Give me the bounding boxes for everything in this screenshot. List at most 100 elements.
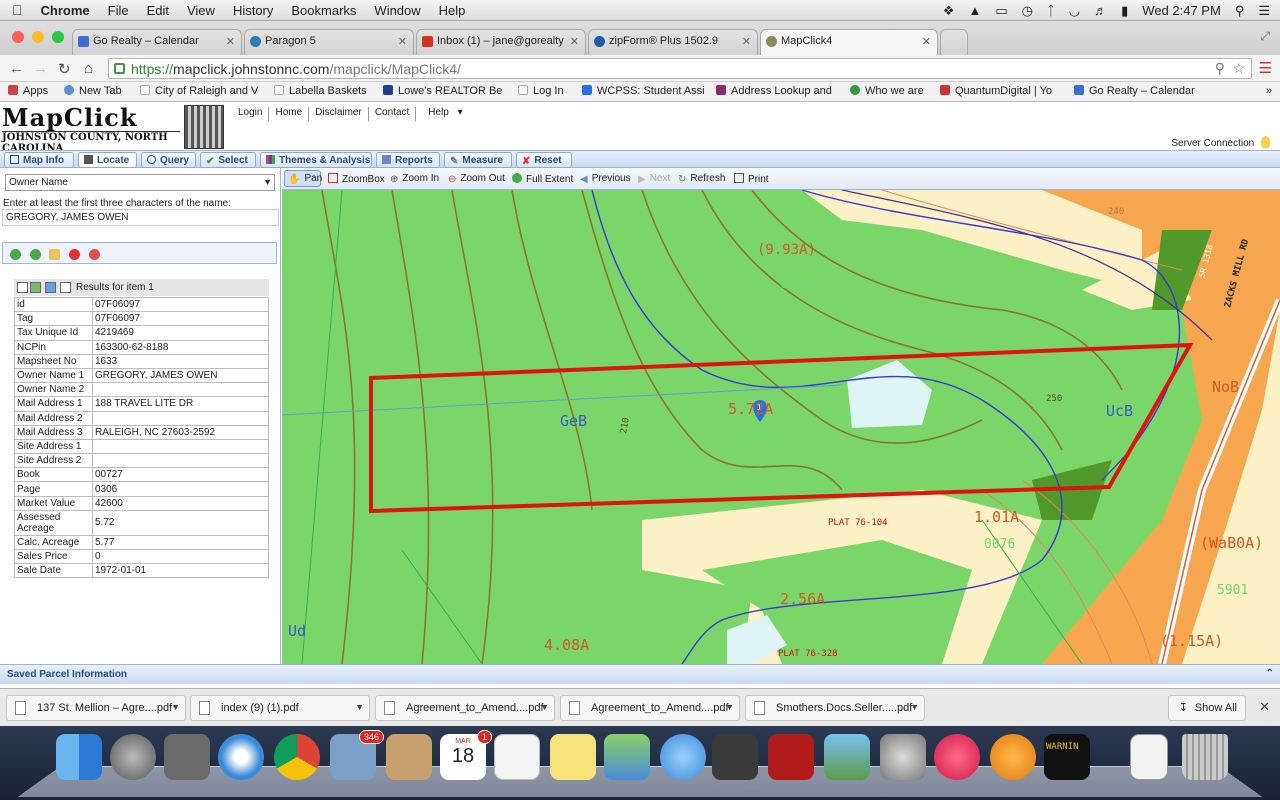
notification-icon[interactable]: ▲ — [968, 3, 981, 18]
close-window-button[interactable] — [12, 31, 24, 43]
folder-icon[interactable] — [49, 249, 60, 260]
show-all-downloads-button[interactable]: ↧ Show All — [1167, 695, 1246, 721]
download-item[interactable]: Agreement_to_Amend....pdf ▼ — [560, 695, 740, 721]
chrome-icon[interactable] — [274, 734, 320, 780]
spotlight-icon[interactable]: ⚲ — [1235, 3, 1245, 19]
pan-to-icon[interactable] — [45, 282, 56, 293]
menu-file[interactable]: File — [108, 3, 129, 18]
bookmark-apps[interactable]: Apps — [8, 85, 48, 97]
maps-app-icon[interactable] — [604, 734, 650, 780]
bookmark-item[interactable]: Who we are — [850, 85, 932, 97]
chevron-down-icon[interactable]: ▼ — [355, 702, 364, 712]
bookmark-item[interactable]: Lowe's REALTOR Ben — [383, 85, 503, 97]
zoom-window-button[interactable] — [52, 31, 64, 43]
tab-query[interactable]: Query — [141, 152, 196, 168]
pan-button[interactable]: ✋ Pan — [288, 173, 322, 185]
close-tab-icon[interactable]: ✕ — [922, 35, 931, 48]
chevron-down-icon[interactable]: ▼ — [171, 702, 180, 712]
saved-parcel-panel[interactable]: Saved Parcel Information ⌃ — [0, 664, 1280, 684]
airplay-icon[interactable]: ▭ — [995, 3, 1007, 19]
photo-booth-icon[interactable] — [768, 734, 814, 780]
launchpad-icon[interactable] — [110, 734, 156, 780]
bookmark-item[interactable]: QuantumDigital | Yo — [940, 85, 1062, 97]
bookmark-item[interactable]: Log In — [518, 85, 580, 97]
next-button[interactable]: ▶ Next — [638, 173, 670, 185]
copy-icon[interactable] — [60, 282, 71, 293]
reload-icon[interactable]: ↻ — [58, 60, 71, 78]
tab-reports[interactable]: Reports — [376, 152, 440, 168]
bookmark-item[interactable]: Go Realty – Calendar — [1074, 85, 1204, 97]
bookmark-item[interactable]: WCPSS: Student Assi — [582, 85, 704, 97]
browser-tab[interactable]: zipForm® Plus 1502.9 ✕ — [588, 29, 758, 55]
download-item[interactable]: 137 St. Mellion – Agre....pdf ▼ — [6, 695, 186, 721]
browser-tab[interactable]: Inbox (1) – jane@gorealty ✕ — [416, 29, 586, 55]
bookmark-item[interactable]: City of Raleigh and V — [140, 85, 262, 97]
download-item[interactable]: Agreement_to_Amend....pdf ▼ — [375, 695, 555, 721]
chevron-down-icon[interactable]: ▼ — [540, 702, 549, 712]
close-tab-icon[interactable]: ✕ — [570, 35, 579, 48]
nav-help[interactable]: Help ▾ — [416, 107, 468, 121]
timemachine-icon[interactable]: ◷ — [1022, 3, 1033, 19]
menu-edit[interactable]: Edit — [147, 3, 169, 18]
wifi-icon[interactable]: ◡ — [1069, 3, 1080, 19]
safari-icon[interactable] — [218, 734, 264, 780]
reminders-icon[interactable] — [494, 734, 540, 780]
menu-bookmarks[interactable]: Bookmarks — [291, 3, 356, 18]
mail-icon[interactable]: 346 — [330, 730, 384, 780]
ibooks-icon[interactable] — [990, 734, 1036, 780]
owner-name-input[interactable]: GREGORY, JAMES OWEN — [2, 209, 279, 226]
messages-icon[interactable] — [660, 734, 706, 780]
tab-measure[interactable]: ✎ Measure — [444, 152, 512, 168]
address-bar[interactable]: https://mapclick.johnstonnc.com/mapclick… — [108, 58, 1252, 79]
nav-contact[interactable]: Contact — [369, 107, 417, 121]
back-icon[interactable]: ← — [9, 60, 24, 77]
checkbox-icon[interactable] — [17, 282, 28, 293]
menu-history[interactable]: History — [233, 3, 273, 18]
tab-locate[interactable]: Locate — [78, 152, 137, 168]
browser-tab[interactable]: Paragon 5 ✕ — [244, 29, 414, 55]
menu-window[interactable]: Window — [374, 3, 420, 18]
system-preferences-icon[interactable] — [880, 734, 926, 780]
tab-map-info[interactable]: Map Info — [4, 152, 74, 168]
list-icon[interactable]: ☰ — [1258, 3, 1270, 19]
dropbox-icon[interactable]: ❖ — [943, 3, 955, 19]
close-tab-icon[interactable]: ✕ — [226, 35, 235, 48]
nav-login[interactable]: Login — [232, 107, 270, 121]
calendar-app-icon[interactable]: MAR 18 1 — [440, 730, 492, 780]
finder-icon[interactable] — [56, 734, 102, 780]
bluetooth-icon[interactable]: ᛏ — [1047, 3, 1055, 18]
close-tab-icon[interactable]: ✕ — [398, 35, 407, 48]
tab-reset[interactable]: ✘ Reset — [516, 152, 572, 168]
pdf-document-icon[interactable] — [1130, 734, 1168, 780]
nav-home[interactable]: Home — [269, 107, 310, 121]
search-field-select[interactable]: Owner Name ▼ — [5, 174, 275, 191]
menu-view[interactable]: View — [187, 3, 215, 18]
zoom-out-button[interactable]: ⊖ Zoom Out — [448, 173, 505, 185]
bookmark-item[interactable]: Labella Baskets — [274, 85, 374, 97]
volume-icon[interactable]: ♬ — [1094, 3, 1107, 18]
previous-button[interactable]: ◀ Previous — [580, 173, 631, 185]
bookmark-item[interactable]: Address Lookup and — [716, 85, 838, 97]
battery-icon[interactable]: ▮ — [1121, 3, 1128, 19]
chevron-down-icon[interactable]: ▼ — [910, 702, 919, 712]
fullscreen-icon[interactable]: ⤢ — [1260, 29, 1270, 44]
tab-select[interactable]: ✔ Select — [200, 152, 256, 168]
image-capture-icon[interactable] — [164, 734, 210, 780]
trash-icon[interactable] — [1182, 734, 1228, 780]
facetime-icon[interactable] — [712, 734, 758, 780]
iphoto-icon[interactable] — [824, 734, 870, 780]
select-check-icon[interactable] — [10, 249, 21, 260]
bookmark-item[interactable]: New Tab — [64, 85, 150, 97]
expand-icon[interactable]: ⌃ — [1266, 668, 1274, 679]
star-icon[interactable]: ☆ — [1232, 60, 1245, 77]
itunes-icon[interactable] — [934, 734, 980, 780]
nav-disclaimer[interactable]: Disclaimer — [309, 107, 369, 121]
clock[interactable]: Wed 2:47 PM — [1142, 3, 1221, 18]
tab-themes-analysis[interactable]: Themes & Analysis — [260, 152, 372, 168]
add-check-icon[interactable] — [30, 249, 41, 260]
browser-tab[interactable]: Go Realty – Calendar ✕ — [72, 29, 242, 55]
new-tab-button[interactable] — [940, 29, 968, 55]
chrome-menu-icon[interactable]: ☰ — [1259, 59, 1272, 77]
zoom-to-icon[interactable] — [30, 282, 41, 293]
stickies-icon[interactable] — [550, 734, 596, 780]
